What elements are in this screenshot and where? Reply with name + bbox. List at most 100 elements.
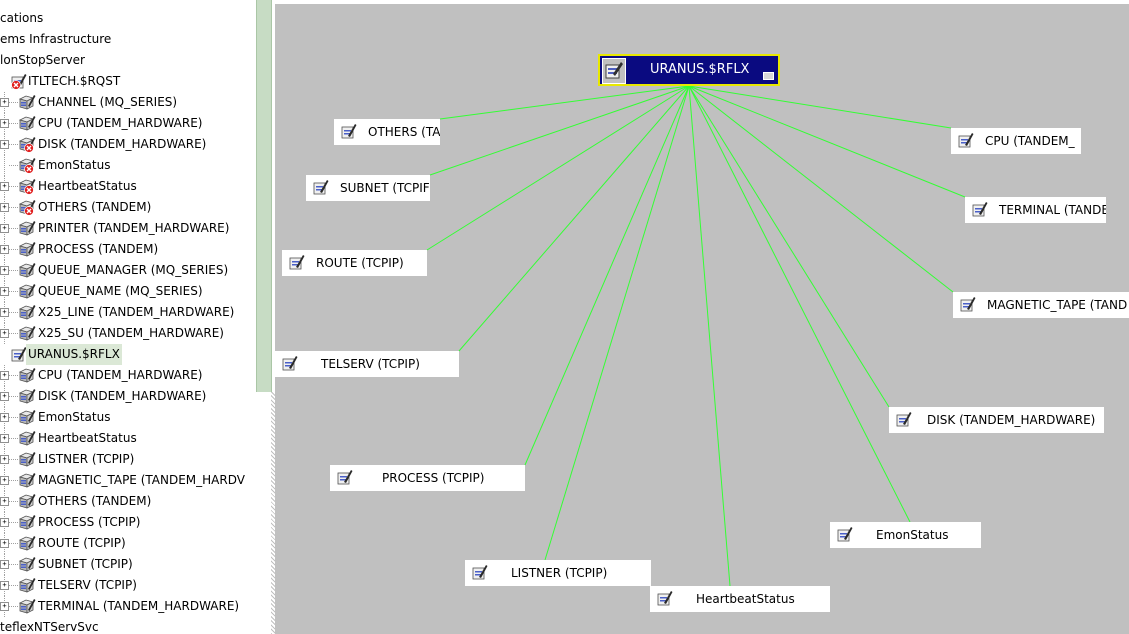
collapse-button[interactable] <box>763 72 774 80</box>
tree-item-label: PROCESS (TANDEM) <box>38 242 159 256</box>
expand-button[interactable]: + <box>0 602 9 611</box>
expand-button[interactable]: + <box>0 581 9 590</box>
graph-node[interactable]: LISTNER (TCPIP) <box>465 560 651 586</box>
tree-item[interactable]: + PRINTER (TANDEM_HARDWARE) <box>0 218 253 239</box>
tree-item-label: teflexNTServSvc <box>0 620 99 634</box>
expand-button[interactable]: + <box>0 455 9 464</box>
topology-canvas[interactable]: URANUS.$RFLX OTHERS (TA SUBNET (TCPIF ROUT… <box>275 0 1129 634</box>
tree-item-label: LISTNER (TCPIP) <box>38 452 135 466</box>
expand-button[interactable]: + <box>0 539 9 548</box>
tree-item[interactable]: EmonStatus <box>0 155 253 176</box>
tree-item[interactable]: + PROCESS (TCPIP) <box>0 512 253 533</box>
error-object-icon <box>10 73 28 90</box>
tree-item-label: HeartbeatStatus <box>38 431 137 445</box>
expand-button[interactable]: + <box>0 98 9 107</box>
tree-item[interactable]: + TELSERV (TCPIP) <box>0 575 253 596</box>
graph-node-label: TERMINAL (TANDE <box>999 203 1106 217</box>
expand-button[interactable]: + <box>0 518 9 527</box>
tree-item[interactable]: + DISK (TANDEM_HARDWARE) <box>0 134 253 155</box>
expand-button[interactable]: + <box>0 266 9 275</box>
managed-object-icon <box>18 367 36 384</box>
graph-node[interactable]: DISK (TANDEM_HARDWARE) <box>889 407 1104 433</box>
tree-item[interactable]: lonStopServer <box>0 50 253 71</box>
expand-button[interactable]: + <box>0 308 9 317</box>
tree-item[interactable]: + TERMINAL (TANDEM_HARDWARE) <box>0 596 253 617</box>
expand-button[interactable]: + <box>0 224 9 233</box>
tree-item[interactable]: + HeartbeatStatus <box>0 428 253 449</box>
managed-object-icon <box>288 254 306 271</box>
managed-object-icon <box>340 123 358 140</box>
tree-item[interactable]: + LISTNER (TCPIP) <box>0 449 253 470</box>
tree-item[interactable]: + MAGNETIC_TAPE (TANDEM_HARDV <box>0 470 253 491</box>
expand-button[interactable]: + <box>0 497 9 506</box>
graph-node[interactable]: HeartbeatStatus <box>650 586 830 612</box>
tree-item[interactable]: + X25_SU (TANDEM_HARDWARE) <box>0 323 253 344</box>
tree-item[interactable]: ITLTECH.$RQST <box>0 71 253 92</box>
tree-item-label: CPU (TANDEM_HARDWARE) <box>38 368 203 382</box>
tree-item[interactable]: + QUEUE_MANAGER (MQ_SERIES) <box>0 260 253 281</box>
expand-button[interactable]: + <box>0 329 9 338</box>
managed-object-icon <box>18 598 36 615</box>
edge-line <box>426 85 690 251</box>
tree-item[interactable]: + DISK (TANDEM_HARDWARE) <box>0 386 253 407</box>
tree-item-label: PROCESS (TCPIP) <box>38 515 141 529</box>
expand-button[interactable]: + <box>0 140 9 149</box>
tree-item-label: OTHERS (TANDEM) <box>38 494 152 508</box>
tree-item[interactable]: + OTHERS (TANDEM) <box>0 491 253 512</box>
tree-item-label: OTHERS (TANDEM) <box>38 200 152 214</box>
root-node[interactable]: URANUS.$RFLX <box>598 54 780 86</box>
tree-item[interactable]: + CPU (TANDEM_HARDWARE) <box>0 113 253 134</box>
tree-item-label: lonStopServer <box>0 53 85 67</box>
tree-item[interactable]: teflexNTServSvc <box>0 617 253 634</box>
expand-button[interactable]: + <box>0 203 9 212</box>
edge-line <box>688 85 954 293</box>
pane-splitter[interactable] <box>253 0 275 634</box>
expand-button[interactable]: + <box>0 476 9 485</box>
tree-item[interactable]: + CHANNEL (MQ_SERIES) <box>0 92 253 113</box>
managed-object-icon <box>18 514 36 531</box>
tree-item[interactable]: + CPU (TANDEM_HARDWARE) <box>0 365 253 386</box>
edge-line <box>524 85 690 466</box>
expand-button[interactable]: + <box>0 245 9 254</box>
expand-button[interactable]: + <box>0 119 9 128</box>
tree-scrollbar-thumb[interactable] <box>256 0 272 392</box>
expand-button[interactable]: + <box>0 413 9 422</box>
expand-button[interactable]: + <box>0 560 9 569</box>
tree-connector <box>9 228 18 229</box>
graph-node[interactable]: OTHERS (TA <box>334 119 440 145</box>
tree-item[interactable]: ems Infrastructure <box>0 29 253 50</box>
graph-node[interactable]: ROUTE (TCPIP) <box>282 250 427 276</box>
tree-item-label: HeartbeatStatus <box>38 179 137 193</box>
graph-node[interactable]: MAGNETIC_TAPE (TAND <box>953 292 1129 318</box>
tree-connector <box>9 459 18 460</box>
tree-connector <box>9 312 18 313</box>
tree-item[interactable]: + PROCESS (TANDEM) <box>0 239 253 260</box>
managed-object-icon <box>971 201 989 218</box>
managed-object-icon <box>836 526 854 543</box>
tree-item[interactable]: + EmonStatus <box>0 407 253 428</box>
graph-node[interactable]: CPU (TANDEM_ <box>951 128 1081 154</box>
graph-node[interactable]: TERMINAL (TANDE <box>965 197 1106 223</box>
tree-item-label: TELSERV (TCPIP) <box>38 578 137 592</box>
tree-item[interactable]: + X25_LINE (TANDEM_HARDWARE) <box>0 302 253 323</box>
expand-button[interactable]: + <box>0 371 9 380</box>
object-tree[interactable]: cations ems Infrastructure lonStopServer IT… <box>0 0 253 634</box>
graph-node[interactable]: TELSERV (TCPIP) <box>275 351 459 377</box>
managed-object-icon <box>18 451 36 468</box>
graph-node-label: DISK (TANDEM_HARDWARE) <box>927 413 1096 427</box>
tree-item[interactable]: cations <box>0 8 253 29</box>
expand-button[interactable]: + <box>0 287 9 296</box>
graph-node[interactable]: PROCESS (TCPIP) <box>330 465 525 491</box>
graph-node[interactable]: SUBNET (TCPIF <box>306 175 430 201</box>
tree-item[interactable]: + OTHERS (TANDEM) <box>0 197 253 218</box>
tree-item[interactable]: + ROUTE (TCPIP) <box>0 533 253 554</box>
tree-item[interactable]: + QUEUE_NAME (MQ_SERIES) <box>0 281 253 302</box>
expand-button[interactable]: + <box>0 434 9 443</box>
tree-item[interactable]: + SUBNET (TCPIP) <box>0 554 253 575</box>
expand-button[interactable]: + <box>0 392 9 401</box>
tree-item[interactable]: URANUS.$RFLX <box>0 344 253 365</box>
expand-button[interactable]: + <box>0 182 9 191</box>
tree-item[interactable]: + HeartbeatStatus <box>0 176 253 197</box>
graph-node[interactable]: EmonStatus <box>830 522 981 548</box>
tree-connector <box>9 249 18 250</box>
